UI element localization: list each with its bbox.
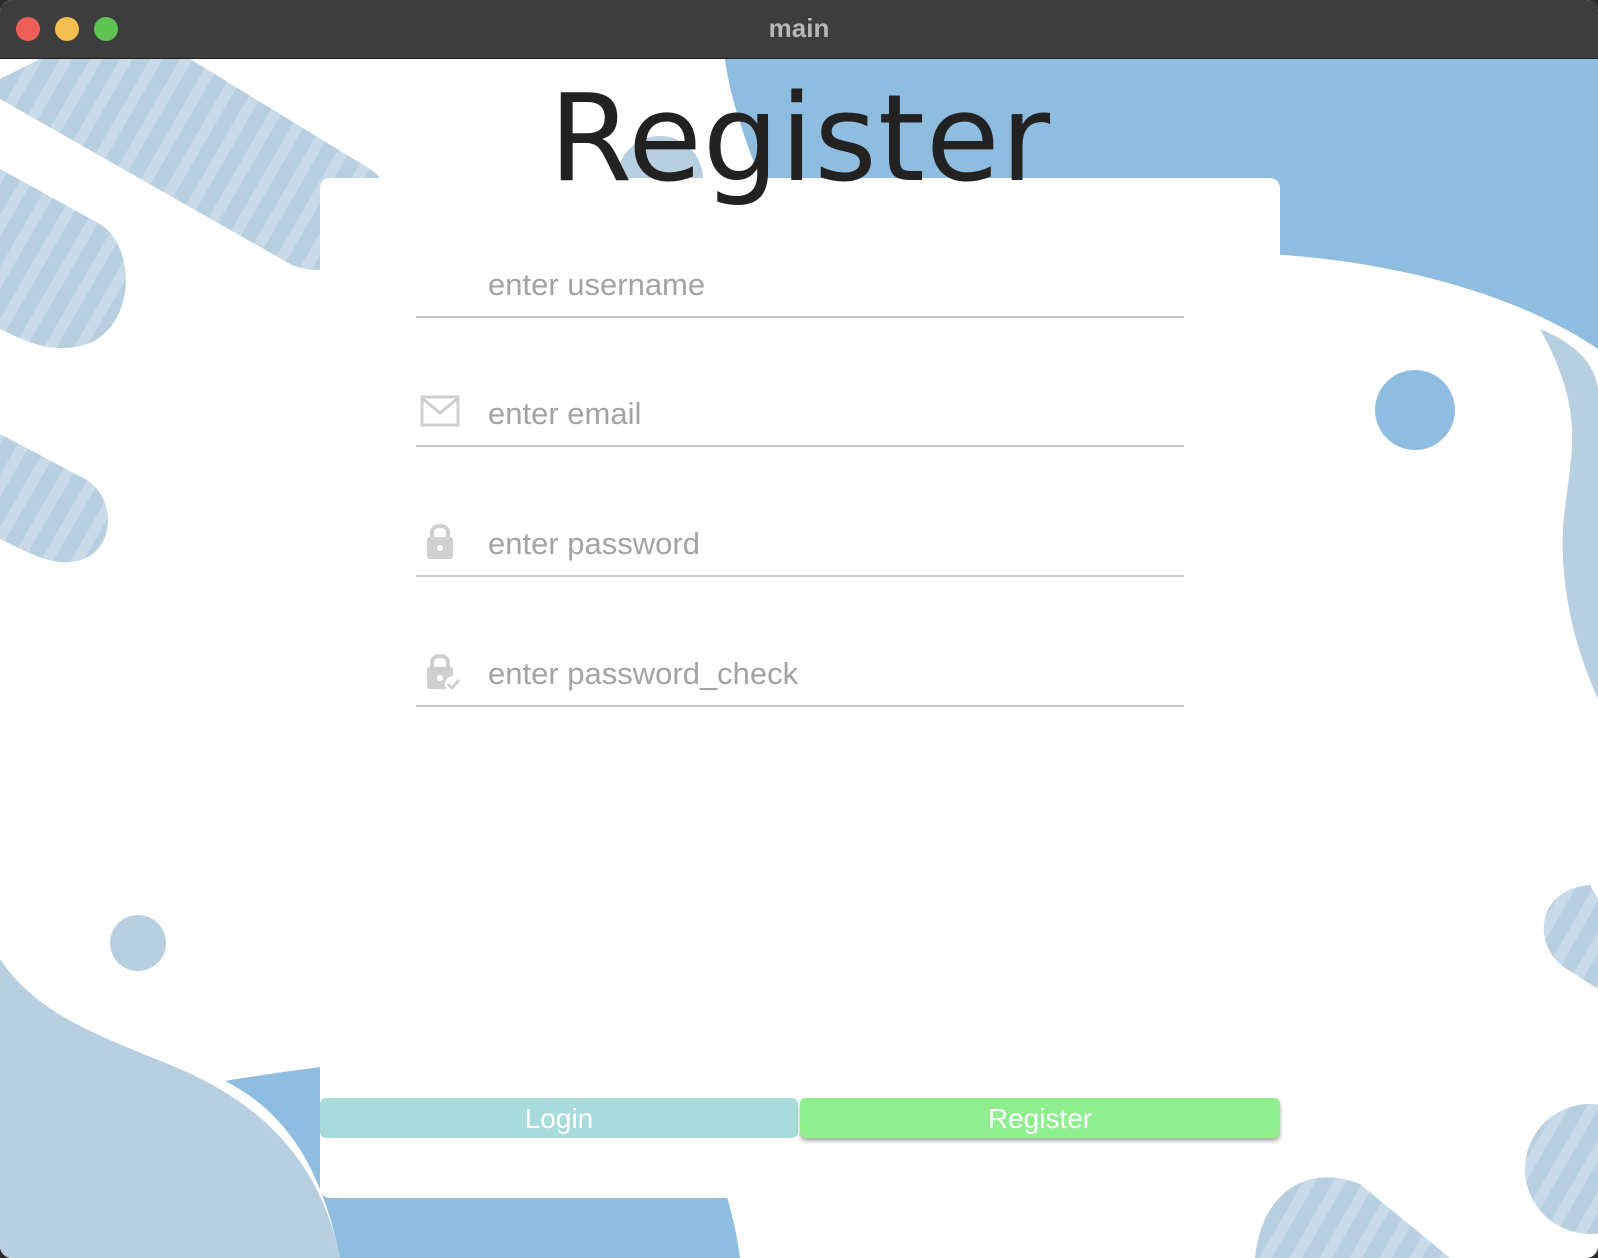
email-input[interactable] xyxy=(488,383,1184,445)
username-input[interactable] xyxy=(488,254,1184,316)
lock-check-icon xyxy=(427,654,460,691)
app-window: main Register enter username enter email… xyxy=(0,0,1598,1258)
username-field xyxy=(416,254,1184,318)
register-button[interactable]: Register xyxy=(800,1098,1280,1138)
page-title: Register xyxy=(548,70,1052,209)
mail-icon xyxy=(420,395,460,427)
password-field xyxy=(416,513,1184,577)
lock-icon xyxy=(427,524,453,559)
password-check-input[interactable] xyxy=(488,643,1184,705)
email-field xyxy=(416,383,1184,447)
window-title: main xyxy=(768,13,830,43)
login-button[interactable]: Login xyxy=(320,1098,798,1138)
title-bar: main xyxy=(0,0,1598,59)
password-check-field xyxy=(416,643,1184,707)
password-input[interactable] xyxy=(488,513,1184,575)
